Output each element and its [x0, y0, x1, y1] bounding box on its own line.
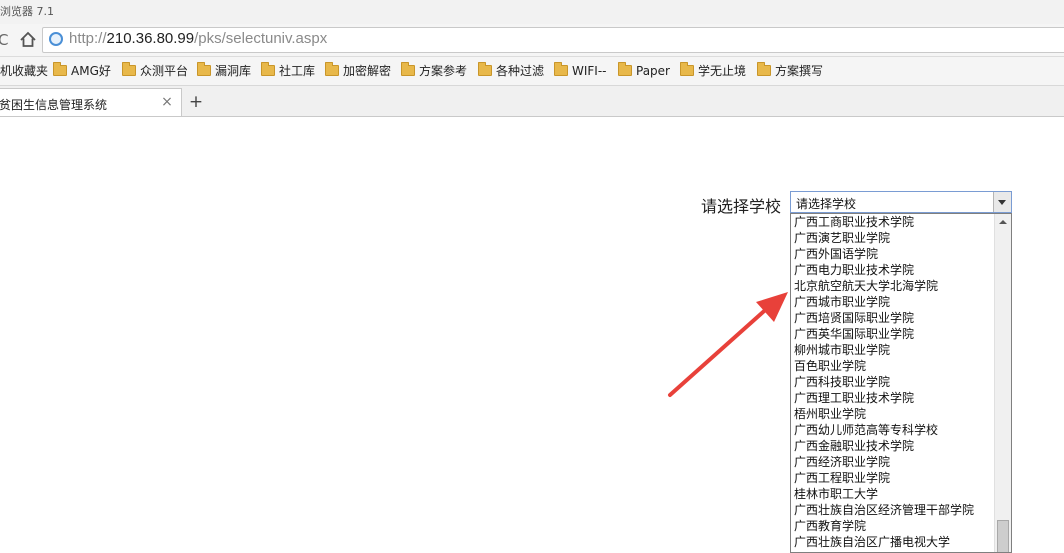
school-option[interactable]: 广西经济职业学院: [791, 454, 996, 470]
folder-icon: [261, 62, 275, 76]
school-option[interactable]: 广西壮族自治区经济管理干部学院: [791, 502, 996, 518]
tab-active[interactable]: 贫困生信息管理系统 ×: [0, 88, 182, 116]
folder-icon: [122, 62, 136, 76]
school-option[interactable]: 广西理工职业技术学院: [791, 390, 996, 406]
school-option[interactable]: 广西科技职业学院: [791, 374, 996, 390]
bookmark-item[interactable]: 社工库: [261, 62, 316, 79]
address-bar[interactable]: http://210.36.80.99/pks/selectuniv.aspx: [42, 27, 1064, 53]
school-option[interactable]: 柳州城市职业学院: [791, 342, 996, 358]
reload-icon[interactable]: C: [0, 31, 8, 49]
folder-icon: [53, 62, 67, 76]
school-select-label: 请选择学校: [701, 197, 782, 216]
bookmark-label: 方案参考: [419, 64, 468, 78]
url-protocol: http://: [69, 30, 107, 47]
school-option[interactable]: 桂林市职工大学: [791, 486, 996, 502]
bookmarks-bar: 机收藏夹 AMG好 众测平台 漏洞库 社工库 加密解密 方案参考 各种过滤 WI…: [0, 57, 1064, 86]
bookmark-item[interactable]: 方案参考: [401, 62, 468, 79]
url-host: 210.36.80.99: [106, 30, 195, 47]
school-option[interactable]: 百色职业学院: [791, 358, 996, 374]
school-option[interactable]: 广西幼儿师范高等专科学校: [791, 422, 996, 438]
globe-icon: [49, 32, 63, 46]
bookmark-item[interactable]: 各种过滤: [478, 62, 545, 79]
school-option[interactable]: 广西演艺职业学院: [791, 230, 996, 246]
url-text[interactable]: http://210.36.80.99/pks/selectuniv.aspx: [69, 30, 327, 47]
annotation-arrow-icon: [668, 292, 788, 397]
school-option[interactable]: 广西教育学院: [791, 518, 996, 534]
scroll-thumb[interactable]: [997, 520, 1009, 552]
bookmark-item[interactable]: 众测平台: [122, 62, 189, 79]
school-option[interactable]: 广西城市职业学院: [791, 294, 996, 310]
folder-icon: [478, 62, 492, 76]
school-option[interactable]: 广西工商职业技术学院: [791, 214, 996, 230]
select-current-value: 请选择学校: [796, 197, 857, 211]
school-option[interactable]: 广西电力职业技术学院: [791, 262, 996, 278]
bookmark-item[interactable]: 加密解密: [325, 62, 392, 79]
bookmark-item[interactable]: 机收藏夹: [0, 63, 48, 79]
window-title: 浏览器 7.1: [0, 5, 54, 18]
url-path: /pks/selectuniv.aspx: [194, 30, 328, 47]
folder-icon: [554, 62, 568, 76]
tab-label: 贫困生信息管理系统: [0, 98, 108, 112]
bookmark-item[interactable]: 学无止境: [680, 62, 747, 79]
bookmark-label: 方案撰写: [775, 64, 824, 78]
school-option[interactable]: 广西工程职业学院: [791, 470, 996, 486]
tab-strip: 贫困生信息管理系统 × +: [0, 86, 1064, 117]
chevron-down-icon[interactable]: [993, 192, 1011, 212]
navigation-bar: C http://210.36.80.99/pks/selectuniv.asp…: [0, 24, 1064, 57]
folder-icon: [680, 62, 694, 76]
school-option[interactable]: 广西英华国际职业学院: [791, 326, 996, 342]
bookmark-item[interactable]: 方案撰写: [757, 62, 824, 79]
bookmark-label: 各种过滤: [496, 64, 545, 78]
school-option[interactable]: 梧州职业学院: [791, 406, 996, 422]
school-dropdown-list[interactable]: 广西工商职业技术学院 广西演艺职业学院 广西外国语学院 广西电力职业技术学院 北…: [790, 213, 1012, 553]
bookmark-item[interactable]: 漏洞库: [197, 62, 252, 79]
bookmark-item[interactable]: AMG好: [53, 62, 111, 79]
bookmark-label: 社工库: [279, 64, 316, 78]
bookmark-label: 学无止境: [698, 64, 747, 78]
bookmark-label: 加密解密: [343, 64, 392, 78]
close-icon[interactable]: ×: [160, 94, 174, 110]
home-icon[interactable]: [18, 30, 38, 50]
folder-icon: [401, 62, 415, 76]
school-option[interactable]: 广西壮族自治区广播电视大学: [791, 534, 996, 550]
option-list: 广西工商职业技术学院 广西演艺职业学院 广西外国语学院 广西电力职业技术学院 北…: [791, 214, 996, 550]
scroll-up-icon[interactable]: [995, 214, 1011, 230]
bookmark-label: 漏洞库: [215, 64, 252, 78]
new-tab-button[interactable]: +: [186, 92, 206, 112]
bookmark-item[interactable]: Paper: [618, 62, 670, 79]
dropdown-scrollbar[interactable]: [994, 214, 1011, 552]
school-select[interactable]: 请选择学校: [790, 191, 1012, 213]
bookmark-item[interactable]: WIFI--: [554, 62, 607, 79]
folder-icon: [757, 62, 771, 76]
bookmark-label: WIFI--: [572, 64, 607, 78]
folder-icon: [618, 62, 632, 76]
bookmark-label: AMG好: [71, 64, 111, 78]
title-bar: 浏览器 7.1: [0, 0, 1064, 24]
bookmark-label: Paper: [636, 64, 670, 78]
school-option[interactable]: 广西金融职业技术学院: [791, 438, 996, 454]
bookmark-label: 机收藏夹: [0, 64, 49, 78]
folder-icon: [325, 62, 339, 76]
bookmark-label: 众测平台: [140, 64, 189, 78]
school-option[interactable]: 广西外国语学院: [791, 246, 996, 262]
folder-icon: [197, 62, 211, 76]
school-option[interactable]: 广西培贤国际职业学院: [791, 310, 996, 326]
school-option[interactable]: 北京航空航天大学北海学院: [791, 278, 996, 294]
